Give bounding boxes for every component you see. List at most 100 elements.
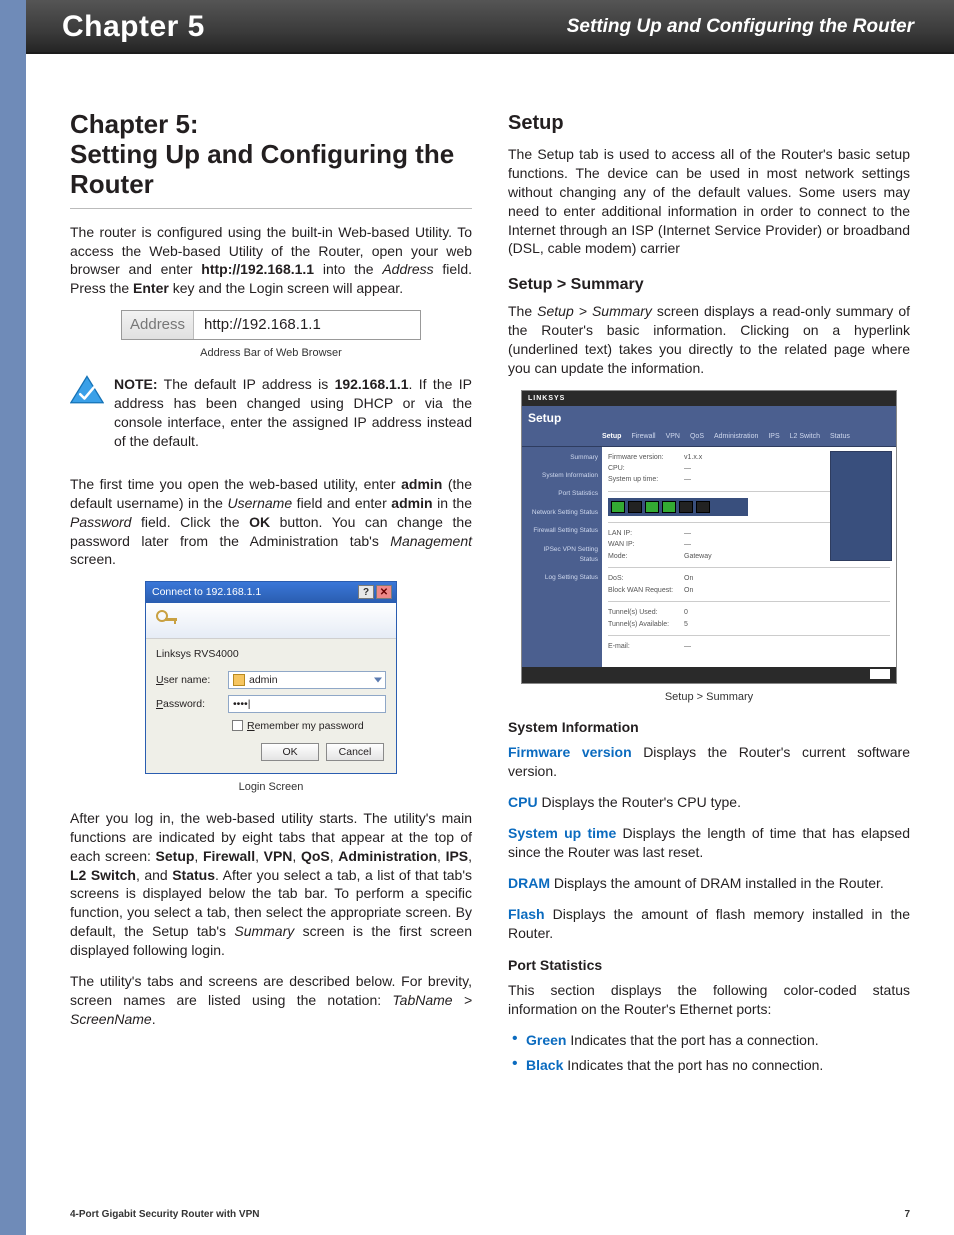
username-field-ref: Username (228, 495, 293, 511)
list-item: Green Indicates that the port has a conn… (508, 1031, 910, 1050)
list-item: Black Indicates that the port has no con… (508, 1056, 910, 1075)
router-tab[interactable]: Status (830, 432, 850, 441)
login-titlebar: Connect to 192.168.1.1 ? ✕ (146, 582, 396, 602)
close-button[interactable]: ✕ (376, 585, 392, 599)
tab-ref: IPS (446, 848, 469, 864)
password-row: Password: ••••| (156, 695, 386, 713)
chapter-title-line2: Setting Up and Configuring the Router (70, 139, 454, 199)
setup-summary-heading: Setup > Summary (508, 274, 910, 296)
default-ip: 192.168.1.1 (335, 376, 409, 392)
remember-row[interactable]: Remember my password (232, 719, 386, 733)
nav-item[interactable]: System Information (526, 471, 598, 481)
login-caption: Login Screen (70, 780, 472, 795)
nav-item[interactable]: Summary (526, 453, 598, 463)
screen-ref: Setup > Summary (537, 303, 652, 319)
footer-page-number: 7 (904, 1208, 910, 1222)
intro-paragraph: The router is configured using the built… (70, 223, 472, 299)
username-row: User name: admin (156, 671, 386, 689)
router-main: Firmware version:v1.x.x CPU:— System up … (602, 447, 896, 667)
username-value: admin (249, 673, 278, 687)
cisco-logo-icon (870, 669, 890, 679)
text: The first time you open the web-based ut… (70, 476, 401, 492)
router-help-box (830, 451, 892, 561)
text: Displays the amount of DRAM installed in… (550, 875, 884, 891)
text: Indicates that the port has no connectio… (563, 1057, 823, 1073)
text: field. Click the (131, 514, 249, 530)
router-tab[interactable]: Administration (714, 432, 758, 441)
term: Flash (508, 906, 545, 922)
first-time-paragraph: The first time you open the web-based ut… (70, 475, 472, 569)
text: Displays the Router's CPU type. (538, 794, 741, 810)
nav-item[interactable]: Port Statistics (526, 489, 598, 499)
router-section-bar: Setup (522, 406, 896, 430)
side-stripe (0, 0, 26, 1235)
username-label: User name: (156, 673, 228, 687)
password-input[interactable]: ••••| (228, 695, 386, 713)
help-button[interactable]: ? (358, 585, 374, 599)
nav-item[interactable]: Firewall Setting Status (526, 526, 598, 536)
note-icon (70, 375, 104, 405)
remember-label: Remember my password (247, 719, 364, 733)
username-input[interactable]: admin (228, 671, 386, 689)
router-tab[interactable]: L2 Switch (790, 432, 820, 441)
login-realm: Linksys RVS4000 (156, 647, 386, 661)
dram-def: DRAM Displays the amount of DRAM install… (508, 874, 910, 893)
page: Chapter 5 Setting Up and Configuring the… (0, 0, 954, 1235)
router-tab[interactable]: Firewall (631, 432, 655, 441)
note-text: NOTE: The default IP address is 192.168.… (114, 375, 472, 451)
router-tab[interactable]: VPN (666, 432, 680, 441)
password-label: Password: (156, 697, 228, 711)
term: Black (526, 1057, 563, 1073)
router-leftnav: Summary System Information Port Statisti… (522, 447, 602, 667)
tab-ref: Administration (338, 848, 437, 864)
header-title: Setting Up and Configuring the Router (567, 14, 914, 40)
text: Indicates that the port has a connection… (566, 1032, 818, 1048)
router-tab[interactable]: QoS (690, 432, 704, 441)
page-footer: 4-Port Gigabit Security Router with VPN … (70, 1208, 910, 1222)
router-tab[interactable]: Setup (602, 432, 621, 441)
summary-screenshot: LINKSYS Setup Setup Firewall VPN QoS Adm… (521, 390, 897, 684)
remember-checkbox[interactable] (232, 720, 243, 731)
system-information-heading: System Information (508, 718, 910, 737)
password-field-ref: Password (70, 514, 131, 530)
chapter-title: Chapter 5: Setting Up and Configuring th… (70, 110, 472, 209)
router-tab[interactable]: IPS (768, 432, 779, 441)
tab-ref: QoS (301, 848, 330, 864)
keys-banner (146, 603, 396, 639)
cpu-def: CPU Displays the Router's CPU type. (508, 793, 910, 812)
uptime-def: System up time Displays the length of ti… (508, 824, 910, 862)
nav-item[interactable]: Network Setting Status (526, 508, 598, 518)
router-brand: LINKSYS (522, 391, 896, 406)
firmware-def: Firmware version Displays the Router's c… (508, 743, 910, 781)
user-icon (233, 674, 245, 686)
port-status-list: Green Indicates that the port has a conn… (508, 1031, 910, 1075)
tab-ref: Setup (156, 848, 195, 864)
ok-button[interactable]: OK (261, 743, 319, 761)
address-bar-url[interactable]: http://192.168.1.1 (194, 311, 420, 339)
text: Displays the amount of flash memory inst… (508, 906, 910, 941)
text: into the (314, 261, 382, 277)
text: field and enter (292, 495, 391, 511)
nav-item[interactable]: IPSec VPN Setting Status (526, 545, 598, 566)
cancel-button[interactable]: Cancel (326, 743, 384, 761)
port-icon (611, 501, 625, 513)
keys-icon (154, 608, 182, 632)
nav-item[interactable]: Log Setting Status (526, 573, 598, 583)
management-screen-ref: Management (390, 533, 472, 549)
password-value: ••••| (233, 697, 250, 711)
setup-summary-paragraph: The Setup > Summary screen displays a re… (508, 302, 910, 378)
login-title: Connect to 192.168.1.1 (152, 585, 356, 599)
address-bar-label: Address (122, 311, 194, 339)
content: Chapter 5: Setting Up and Configuring th… (26, 54, 954, 1087)
tab-ref: Firewall (203, 848, 255, 864)
note: NOTE: The default IP address is 192.168.… (70, 375, 472, 463)
summary-screen-ref: Summary (234, 923, 294, 939)
footer-product: 4-Port Gigabit Security Router with VPN (70, 1208, 259, 1222)
right-column: Setup The Setup tab is used to access al… (508, 110, 910, 1087)
tab-ref: VPN (264, 848, 293, 864)
default-username: admin (401, 476, 442, 492)
left-column: Chapter 5: Setting Up and Configuring th… (70, 110, 472, 1087)
router-section-label: Setup (528, 410, 561, 426)
port-statistics-heading: Port Statistics (508, 956, 910, 975)
tab-ref: Status (172, 867, 215, 883)
